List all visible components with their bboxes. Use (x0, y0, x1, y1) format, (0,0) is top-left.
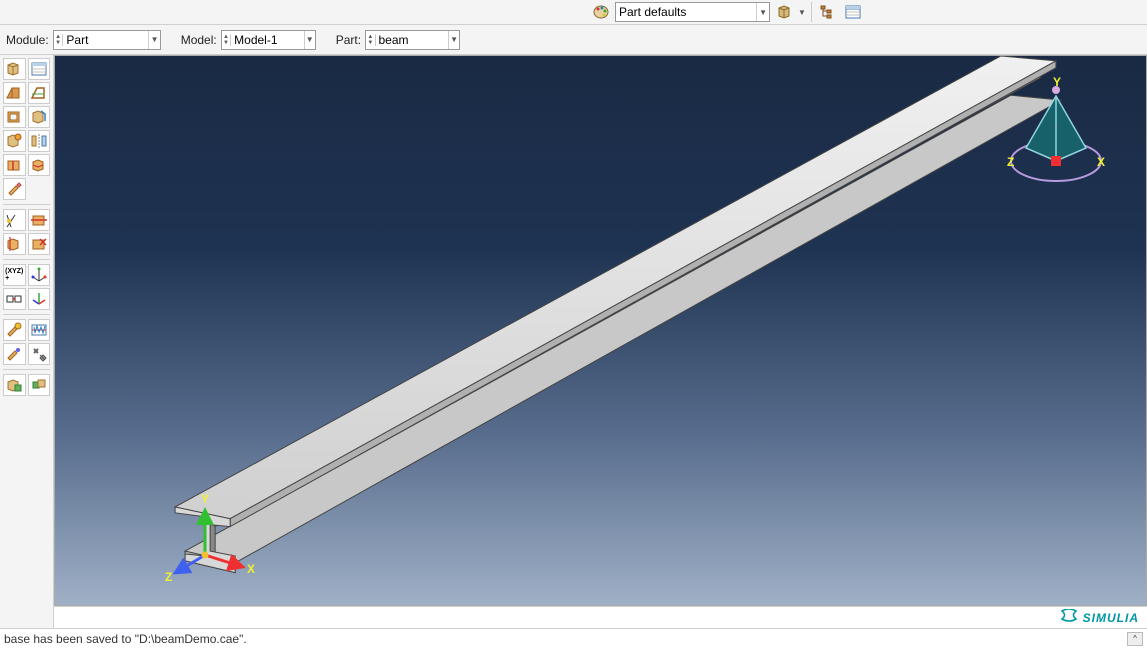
toolbar-separator (811, 2, 812, 22)
model-value[interactable] (231, 31, 304, 49)
spinner-icon[interactable]: ▲▼ (222, 34, 231, 46)
chevron-down-icon[interactable]: ▼ (798, 8, 806, 17)
render-style-combo[interactable]: ▼ (615, 2, 770, 22)
spinner-icon[interactable]: ▲▼ (54, 34, 64, 46)
part-manager-tool[interactable] (28, 58, 51, 80)
shape-shell-tool[interactable] (28, 82, 51, 104)
branding-bar: SIMULIA (54, 606, 1147, 628)
viewport-container: Y X Z Y X Z SIMULIA (54, 55, 1147, 628)
part-value[interactable] (376, 31, 449, 49)
mirror-tool[interactable] (28, 130, 51, 152)
part-combo[interactable]: ▲▼ ▼ (365, 30, 460, 50)
chevron-down-icon[interactable]: ▼ (304, 31, 315, 49)
shape-cut-tool[interactable] (28, 106, 51, 128)
datum-axis-tool[interactable] (28, 209, 51, 231)
module-combo[interactable]: ▲▼ ▼ (53, 30, 161, 50)
spinner-icon[interactable]: ▲▼ (366, 34, 375, 46)
datum-csys-3p-tool[interactable] (28, 264, 51, 286)
model-combo[interactable]: ▲▼ ▼ (221, 30, 316, 50)
shape-wire-tool[interactable] (3, 106, 26, 128)
tool-palette: (XYZ)+ (0, 55, 54, 628)
simulia-logo: SIMULIA (1059, 609, 1139, 627)
context-bar: Module: ▲▼ ▼ Model: ▲▼ ▼ Part: ▲▼ ▼ (0, 25, 1147, 55)
part-label: Part: (336, 33, 361, 47)
attachment-tool[interactable] (3, 288, 26, 310)
datum-plane-tool[interactable] (3, 233, 26, 255)
color-code-tool[interactable] (3, 374, 26, 396)
palette-separator (3, 259, 50, 260)
extent-tool[interactable] (28, 374, 51, 396)
chevron-down-icon[interactable]: ▼ (448, 31, 459, 49)
palette-icon[interactable] (590, 1, 612, 23)
module-value[interactable] (63, 31, 148, 49)
render-toolbar: ▼ ▼ (0, 0, 1147, 25)
chevron-down-icon[interactable]: ▼ (148, 31, 159, 49)
tools-tool[interactable] (28, 343, 51, 365)
xyz-label-icon: (XYZ)+ (5, 268, 23, 282)
remove-face-tool[interactable] (28, 233, 51, 255)
module-label: Module: (6, 33, 49, 47)
simulia-text: SIMULIA (1083, 611, 1139, 625)
viewport[interactable]: Y X Z Y X Z (54, 55, 1147, 606)
render-style-value[interactable] (616, 3, 756, 21)
create-part-tool[interactable] (3, 58, 26, 80)
edit-tool[interactable] (3, 178, 26, 200)
partition-cell-tool[interactable] (28, 154, 51, 176)
partition-face-tool[interactable] (3, 154, 26, 176)
datum-point-tool[interactable] (3, 209, 26, 231)
geom-repair-tool[interactable] (3, 319, 26, 341)
datum-csys-tool[interactable]: (XYZ)+ (3, 264, 26, 286)
box-display-icon[interactable] (773, 1, 795, 23)
query-tool[interactable] (28, 319, 51, 341)
palette-separator (3, 204, 50, 205)
palette-separator (3, 314, 50, 315)
message-bar: base has been saved to "D:\beamDemo.cae"… (0, 628, 1147, 648)
tree-view-icon[interactable] (817, 1, 839, 23)
round-tool[interactable] (3, 130, 26, 152)
beam-model[interactable] (55, 56, 1146, 605)
message-text: base has been saved to "D:\beamDemo.cae"… (4, 632, 247, 646)
palette-separator (3, 369, 50, 370)
main-area: (XYZ)+ (0, 55, 1147, 628)
reference-pt-tool[interactable] (3, 343, 26, 365)
scroll-up-icon[interactable]: ^ (1127, 632, 1143, 646)
chevron-down-icon[interactable]: ▼ (756, 3, 769, 21)
triad-tool[interactable] (28, 288, 51, 310)
grid-view-icon[interactable] (842, 1, 864, 23)
shape-solid-tool[interactable] (3, 82, 26, 104)
model-label: Model: (181, 33, 217, 47)
